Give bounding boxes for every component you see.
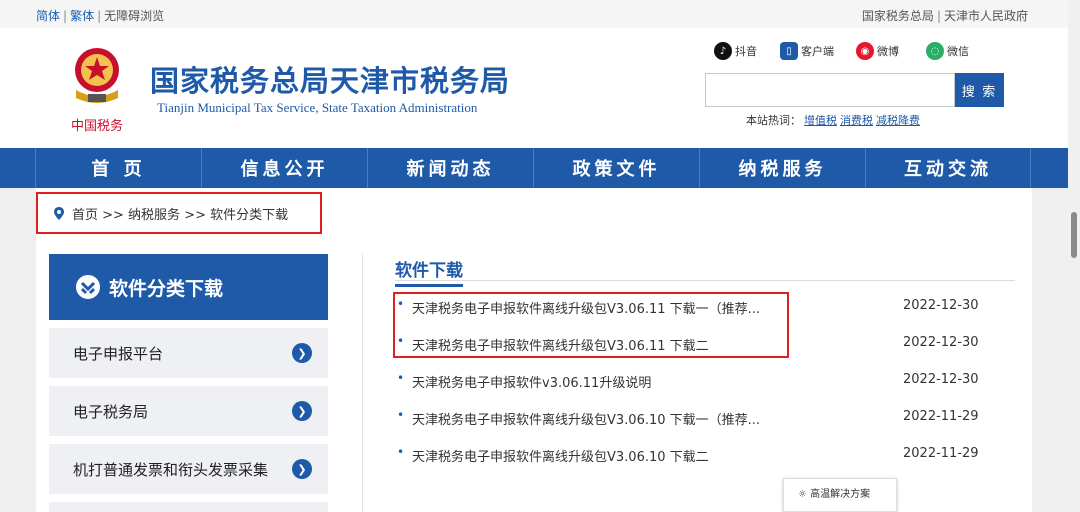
nav-interaction[interactable]: 互动交流: [865, 148, 1031, 188]
list-item-title[interactable]: 天津税务电子申报软件v3.06.11升级说明: [412, 372, 651, 391]
list-item[interactable]: • 天津税务电子申报软件离线升级包V3.06.10 下载二 2022-11-29: [397, 445, 997, 465]
hot-word-consumption-tax[interactable]: 消费税: [840, 114, 873, 127]
divider: [362, 254, 363, 512]
breadcrumb: 首页 >> 纳税服务 >> 软件分类下载: [36, 192, 322, 234]
nav-news[interactable]: 新闻动态: [367, 148, 533, 188]
nav-home[interactable]: 首 页: [35, 148, 201, 188]
tax-logo-icon: [76, 275, 100, 299]
site-title[interactable]: 国家税务总局天津市税务局: [150, 58, 510, 100]
breadcrumb-text[interactable]: 首页 >> 纳税服务 >> 软件分类下载: [72, 204, 288, 223]
wechat-link[interactable]: ◌ 微信: [926, 42, 969, 60]
list-item-date: 2022-12-30: [903, 335, 979, 350]
nav-tax-service[interactable]: 纳税服务: [699, 148, 865, 188]
search-button[interactable]: 搜 索: [955, 73, 1004, 107]
client-app-link[interactable]: ▯ 客户端: [780, 42, 834, 60]
section-underline: [395, 280, 1015, 281]
wechat-icon: ◌: [926, 42, 944, 60]
simplified-chinese-link[interactable]: 简体: [36, 9, 60, 23]
sidebar-item-invoice-collection[interactable]: 机打普通发票和衔头发票采集 ❯: [49, 444, 328, 494]
sta-link[interactable]: 国家税务总局: [862, 9, 934, 23]
tianjin-gov-link[interactable]: 天津市人民政府: [944, 9, 1028, 23]
list-item-date: 2022-11-29: [903, 446, 979, 461]
list-item-title[interactable]: 天津税务电子申报软件离线升级包V3.06.10 下载一（推荐...: [412, 409, 760, 428]
nav-policy[interactable]: 政策文件: [533, 148, 699, 188]
sidebar-heading: 软件分类下载: [49, 254, 328, 320]
chevron-right-icon: ❯: [292, 401, 312, 421]
hot-words: 本站热词： 增值税 消费税 减税降费: [746, 114, 920, 127]
chevron-right-icon: ❯: [292, 343, 312, 363]
phone-icon: ▯: [780, 42, 798, 60]
douyin-icon: ♪: [714, 42, 732, 60]
chevron-right-icon: ❯: [292, 459, 312, 479]
location-pin-icon: [54, 206, 64, 220]
national-emblem-logo[interactable]: 中国税务: [64, 42, 130, 138]
sidebar-item-next[interactable]: [49, 502, 328, 512]
emblem-calligraphy: 中国税务: [71, 118, 123, 134]
hot-word-tax-reduction[interactable]: 减税降费: [876, 114, 920, 127]
scrollbar-thumb[interactable]: [1071, 212, 1077, 258]
tooltip-popup[interactable]: ☼ 高温解决方案: [783, 478, 897, 512]
list-item[interactable]: • 天津税务电子申报软件离线升级包V3.06.10 下载一（推荐... 2022-1…: [397, 408, 997, 428]
government-links: 国家税务总局 | 天津市人民政府: [861, 9, 1028, 23]
section-title: 软件下载: [395, 256, 463, 287]
list-item-date: 2022-11-29: [903, 409, 979, 424]
hot-word-vat[interactable]: 增值税: [804, 114, 837, 127]
language-links: 简体 | 繁体 | 无障碍浏览: [36, 9, 165, 23]
accessible-browse-link[interactable]: 无障碍浏览: [104, 9, 164, 23]
traditional-chinese-link[interactable]: 繁体: [70, 9, 94, 23]
list-item-date: 2022-12-30: [903, 298, 979, 313]
douyin-link[interactable]: ♪ 抖音: [714, 42, 757, 60]
main-nav: 首 页 信息公开 新闻动态 政策文件 纳税服务 互动交流: [0, 148, 1068, 188]
lightbulb-icon: ☼: [798, 489, 807, 500]
weibo-icon: ◉: [856, 42, 874, 60]
weibo-link[interactable]: ◉ 微博: [856, 42, 899, 60]
list-item[interactable]: • 天津税务电子申报软件v3.06.11升级说明 2022-12-30: [397, 371, 997, 391]
search-input[interactable]: [705, 73, 955, 107]
list-item-date: 2022-12-30: [903, 372, 979, 387]
highlight-box: [393, 292, 789, 358]
site-subtitle: Tianjin Municipal Tax Service, State Tax…: [157, 100, 478, 115]
sidebar-item-e-tax-bureau[interactable]: 电子税务局 ❯: [49, 386, 328, 436]
list-item-title[interactable]: 天津税务电子申报软件离线升级包V3.06.10 下载二: [412, 446, 709, 465]
sidebar-item-e-filing[interactable]: 电子申报平台 ❯: [49, 328, 328, 378]
top-utility-bar: 简体 | 繁体 | 无障碍浏览 国家税务总局 | 天津市人民政府: [0, 0, 1068, 28]
nav-info-disclosure[interactable]: 信息公开: [201, 148, 367, 188]
site-header: 中国税务 国家税务总局天津市税务局 Tianjin Municipal Tax …: [0, 28, 1068, 148]
